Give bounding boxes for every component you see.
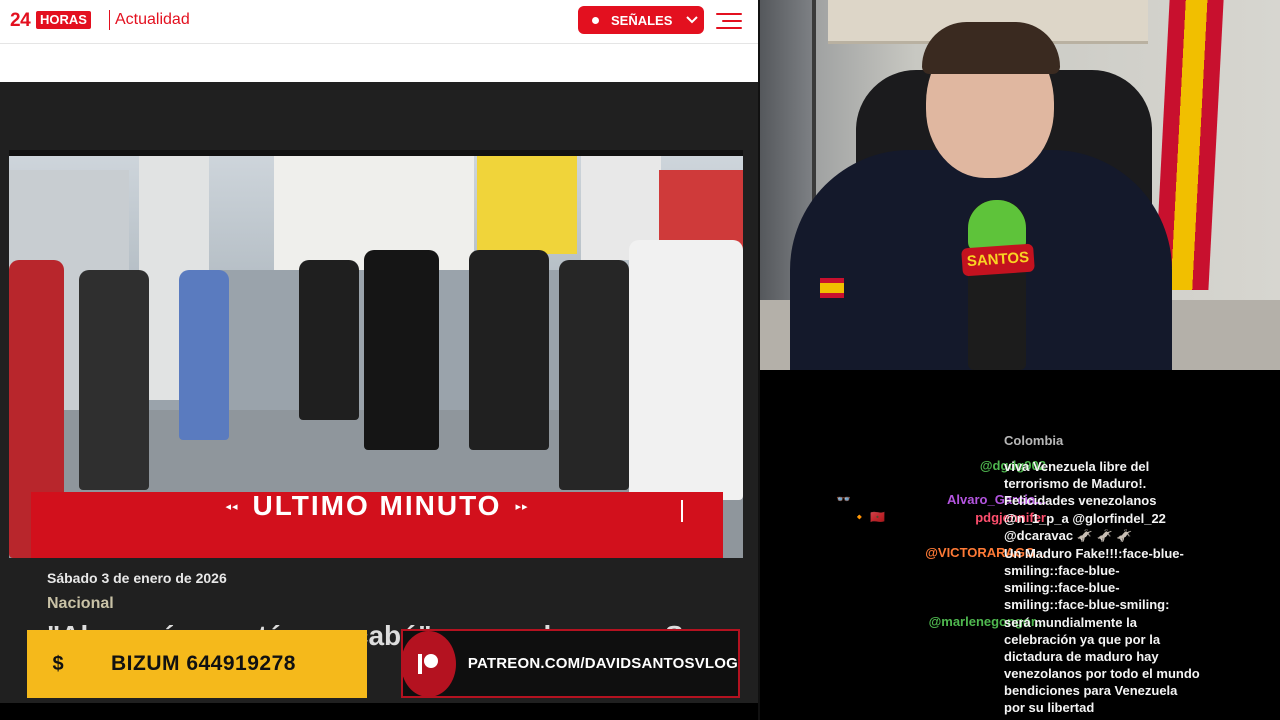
site-logo-number[interactable]: 24 bbox=[10, 10, 31, 32]
chat-message-line: será mundialmente la bbox=[1004, 615, 1137, 630]
patreon-logo-icon bbox=[401, 630, 456, 697]
chat-message-line: @n_1_p_a @glorfindel_22 bbox=[1004, 511, 1166, 526]
stream-layout: 24 HORAS Actualidad SEÑALES ◂◂ ULTIMO MI… bbox=[0, 0, 1280, 720]
spain-flag-patch-icon bbox=[820, 278, 844, 298]
chat-message-line: @dcaravac 🫏 🫏 🫏 bbox=[1004, 528, 1133, 543]
section-link[interactable]: Actualidad bbox=[115, 11, 190, 29]
chat-message-line: bendiciones para Venezuela bbox=[1004, 683, 1178, 698]
banner-separator bbox=[681, 500, 683, 522]
chat-message-text: será mundialmente la celebración ya que p… bbox=[1004, 614, 1264, 716]
breaking-news-banner: ◂◂ ULTIMO MINUTO ▸▸ bbox=[31, 490, 723, 558]
chat-message-line: terrorismo de Maduro!. bbox=[1004, 476, 1147, 491]
chat-message-line: venezolanos por todo el mundo bbox=[1004, 666, 1200, 681]
chat-message-text: viva Venezuela libre del terrorismo de Ma… bbox=[1004, 458, 1264, 492]
bizum-donation-overlay: $ BIZUM 644919278 bbox=[27, 630, 367, 698]
article-date: Sábado 3 de enero de 2026 bbox=[47, 570, 227, 586]
chat-message-line: smiling::face-blue- bbox=[1004, 580, 1120, 595]
microphone-brand-label: SANTOS bbox=[961, 243, 1035, 277]
chat-message-text: Un Maduro Fake!!!:face-blue-smiling::fac… bbox=[1004, 545, 1264, 613]
chat-message-line: celebración ya que por la bbox=[1004, 632, 1161, 647]
chat-message-line: viva Venezuela libre del bbox=[1004, 459, 1150, 474]
panel-divider bbox=[758, 0, 760, 720]
signals-label: SEÑALES bbox=[611, 12, 673, 28]
site-header: 24 HORAS Actualidad SEÑALES bbox=[0, 0, 758, 44]
chevron-down-icon bbox=[686, 13, 699, 27]
patreon-overlay: PATREON.COM/DAVIDSANTOSVLOG bbox=[401, 629, 740, 698]
hamburger-menu-icon[interactable] bbox=[716, 11, 742, 31]
chat-message-text: @n_1_p_a @glorfindel_22 @dcaravac 🫏 🫏 🫏 bbox=[1004, 510, 1264, 544]
chat-message-line: Felicidades venezolanos bbox=[1004, 493, 1157, 508]
chat-message-line: por su libertad bbox=[1004, 700, 1095, 715]
chat-message-line: dictadura de maduro hay bbox=[1004, 649, 1159, 664]
video-top-edge bbox=[9, 150, 743, 156]
chat-message-line: smiling::face-blue-smiling: bbox=[1004, 597, 1170, 612]
live-dot-icon bbox=[592, 16, 599, 24]
chat-user-badges: 👓 bbox=[836, 492, 851, 506]
chat-user-badges: 🔸 🇲🇦 bbox=[852, 510, 886, 524]
header-spacer bbox=[0, 44, 758, 82]
chat-message-text: Colombia bbox=[1004, 432, 1264, 449]
chat-message-line: smiling::face-blue- bbox=[1004, 563, 1120, 578]
header-divider bbox=[109, 10, 110, 30]
streamer-hair bbox=[922, 22, 1060, 74]
news-website-capture: 24 HORAS Actualidad SEÑALES ◂◂ ULTIMO MI… bbox=[0, 0, 758, 703]
streamer-webcam: SANTOS bbox=[760, 0, 1280, 370]
dollar-icon: $ bbox=[52, 652, 64, 675]
bottom-black-strip bbox=[0, 703, 760, 720]
forward-arrows-icon: ▸▸ bbox=[515, 500, 529, 513]
chat-message-line: Colombia bbox=[1004, 433, 1064, 448]
signals-dropdown-button[interactable]: SEÑALES bbox=[578, 6, 704, 34]
bizum-number: BIZUM 644919278 bbox=[111, 652, 296, 675]
site-logo-word[interactable]: HORAS bbox=[36, 11, 91, 29]
chat-message-text: Felicidades venezolanos bbox=[1004, 492, 1264, 509]
patreon-url: PATREON.COM/DAVIDSANTOSVLOG bbox=[467, 655, 738, 672]
live-chat-panel: Colombia @dgdg902 viva Venezuela libre del… bbox=[760, 370, 1280, 720]
chat-message-line: Un Maduro Fake!!!:face-blue- bbox=[1004, 546, 1184, 561]
breaking-news-text: ULTIMO MINUTO bbox=[252, 490, 502, 521]
article-category-link[interactable]: Nacional bbox=[47, 595, 114, 613]
rewind-arrows-icon: ◂◂ bbox=[225, 500, 239, 513]
